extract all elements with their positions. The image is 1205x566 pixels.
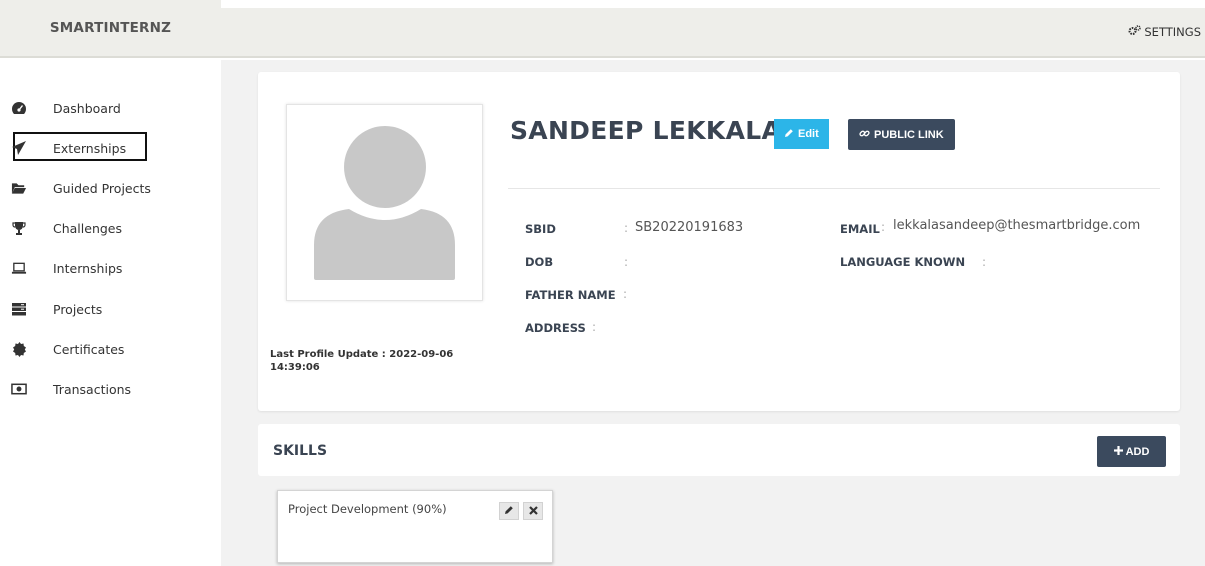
last-profile-update: Last Profile Update : 2022-09-06 14:39:0… [270,349,454,373]
sidebar-item-certificates[interactable]: Certificates [0,329,221,369]
delete-skill-button[interactable] [523,502,543,520]
skill-name: Project Development (90%) [288,502,447,516]
close-icon [528,505,538,518]
trophy-icon [11,221,27,237]
edit-label: Edit [798,128,819,140]
sbid-label: SBID [525,222,556,236]
language-known-label: LANGUAGE KNOWN [840,255,966,269]
skill-card: Project Development (90%) [277,490,553,563]
sidebar-item-label: Internships [53,261,123,277]
sbid-value: SB20220191683 [635,220,744,235]
sidebar: SMARTINTERNZ Dashboard Externships Guide… [0,0,221,566]
edit-skill-button[interactable] [499,502,519,520]
sidebar-item-challenges[interactable]: Challenges [0,209,221,249]
sidebar-item-guided-projects[interactable]: Guided Projects [0,168,221,208]
top-bar: SETTINGS [221,8,1205,58]
sidebar-item-projects[interactable]: Projects [0,289,221,329]
email-label: EMAIL [840,222,880,236]
avatar-placeholder-icon [314,126,455,280]
language-known-colon: : [982,255,987,269]
money-icon [11,381,27,397]
profile-card: Last Profile Update : 2022-09-06 14:39:0… [258,72,1180,411]
sidebar-item-label: Transactions [53,381,132,397]
sidebar-nav: Dashboard Externships Guided Projects Ch… [0,88,221,410]
father-name-label: FATHER NAME [525,288,616,302]
profile-name: SANDEEP LEKKALA [510,116,782,145]
badge-icon [11,341,27,357]
settings-label: SETTINGS [1144,25,1201,39]
sidebar-item-dashboard[interactable]: Dashboard [0,88,221,128]
sidebar-item-label: Projects [53,301,103,317]
sidebar-item-externships[interactable]: Externships [0,128,221,168]
server-icon [11,301,27,317]
sidebar-item-label: Challenges [53,221,123,237]
folder-open-icon [11,180,27,196]
brand-logo[interactable]: SMARTINTERNZ [0,0,221,58]
sidebar-item-label: Certificates [53,341,125,357]
sidebar-item-label: Dashboard [53,100,121,116]
edit-button[interactable]: Edit [774,119,829,149]
skills-title: SKILLS [273,443,328,459]
paper-plane-icon [11,140,27,156]
father-name-colon: : [623,287,628,301]
laptop-icon [11,261,27,277]
sidebar-item-transactions[interactable]: Transactions [0,369,221,409]
link-icon [859,128,870,142]
public-link-button[interactable]: PUBLIC LINK [848,119,955,150]
skills-header-card: SKILLS ADD [258,424,1180,476]
plus-icon [1113,445,1123,458]
sbid-colon: : [624,221,629,235]
sidebar-item-internships[interactable]: Internships [0,249,221,289]
public-link-label: PUBLIC LINK [874,128,944,141]
divider [508,188,1160,189]
sidebar-item-label: Externships [53,141,127,157]
add-skill-button[interactable]: ADD [1097,436,1166,467]
pencil-icon [504,505,514,518]
email-colon: : [881,220,886,234]
sidebar-item-label: Guided Projects [53,180,151,196]
address-colon: : [592,320,597,334]
dashboard-icon [11,100,27,116]
profile-photo[interactable] [286,104,483,301]
add-label: ADD [1125,445,1150,458]
pencil-icon [784,128,794,141]
settings-button[interactable]: SETTINGS [1128,25,1201,39]
dob-label: DOB [525,255,554,269]
dob-colon: : [624,255,629,269]
email-value: lekkalasandeep@thesmartbridge.com [893,218,1141,233]
main-content: Last Profile Update : 2022-09-06 14:39:0… [221,60,1205,566]
gears-icon [1128,25,1142,39]
address-label: ADDRESS [525,321,586,335]
